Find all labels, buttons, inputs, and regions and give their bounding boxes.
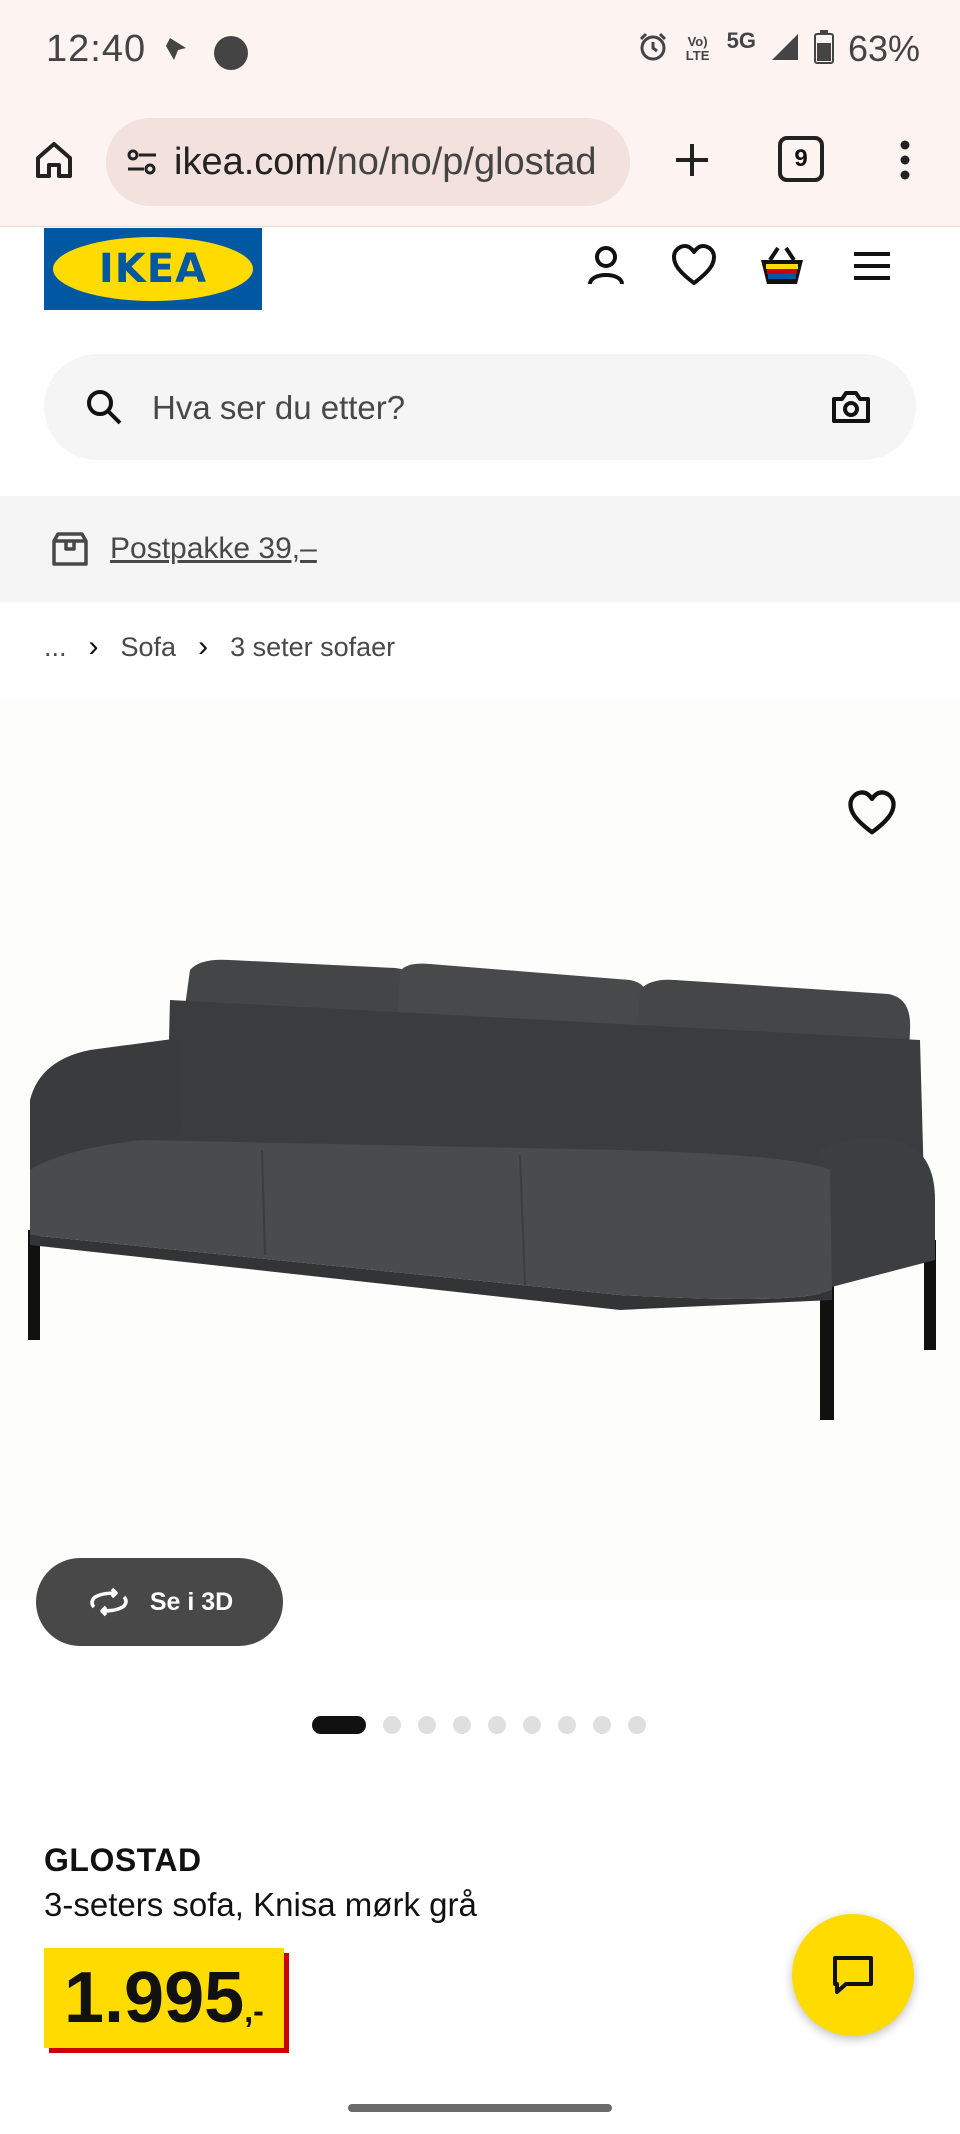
product-gallery[interactable]: [0, 700, 960, 1600]
chevron-right-icon: ›: [198, 630, 209, 663]
camera-icon: [832, 391, 870, 423]
site-settings-icon[interactable]: [124, 144, 160, 180]
person-icon: [588, 246, 624, 285]
home-button[interactable]: [26, 132, 82, 188]
price-tag: 1.995 ,-: [44, 1948, 284, 2048]
hamburger-icon: [854, 252, 890, 280]
browser-menu-button[interactable]: [880, 132, 930, 188]
breadcrumb-item-3-seter[interactable]: 3 seter sofaer: [230, 632, 395, 663]
view-3d-label: Se i 3D: [149, 1587, 234, 1616]
alarm-icon: [637, 31, 669, 68]
breadcrumb-ellipsis[interactable]: ...: [44, 632, 67, 663]
home-icon: [36, 142, 72, 178]
status-time: 12:40: [46, 28, 147, 70]
favourites-button[interactable]: [668, 240, 720, 292]
gallery-dot[interactable]: [593, 1716, 611, 1734]
plus-icon: [676, 144, 708, 176]
gallery-dot[interactable]: [628, 1716, 646, 1734]
heart-icon: [672, 244, 716, 285]
gallery-dot-active[interactable]: [312, 1716, 366, 1734]
view-3d-button[interactable]: Se i 3D: [36, 1558, 283, 1646]
gallery-dot[interactable]: [523, 1716, 541, 1734]
gallery-dot[interactable]: [488, 1716, 506, 1734]
price-integer: 1.995: [64, 1958, 245, 2038]
price-suffix: ,-: [244, 1993, 264, 2029]
ikea-logo-text: IKEA: [98, 246, 208, 292]
search-icon: [84, 387, 124, 432]
cart-button[interactable]: [756, 240, 808, 292]
dot-indicator-icon: [214, 36, 248, 70]
new-tab-button[interactable]: [664, 132, 720, 188]
search-box: [44, 354, 916, 462]
breadcrumb: ... › Sofa › 3 seter sofaer: [44, 630, 395, 664]
signal-icon: [770, 32, 800, 67]
browser-toolbar: ikea.com/no/no/p/glostad 9: [0, 112, 960, 227]
chat-icon: [833, 1956, 873, 1994]
parcel-icon: [50, 531, 90, 567]
heart-icon: [848, 790, 896, 835]
ikea-logo[interactable]: IKEA: [44, 228, 262, 310]
gallery-pagination: [312, 1716, 646, 1734]
volte-icon: Vo) LTE: [685, 34, 710, 63]
account-button[interactable]: [580, 240, 632, 292]
search-input[interactable]: [150, 354, 814, 462]
battery-icon: [813, 29, 834, 69]
gallery-dot[interactable]: [383, 1716, 401, 1734]
shipping-banner[interactable]: Postpakke 39,–: [0, 496, 960, 602]
sofa-image: [28, 959, 936, 1420]
battery-percent: 63%: [847, 28, 920, 69]
url-bar[interactable]: ikea.com/no/no/p/glostad: [106, 118, 630, 206]
more-vertical-icon: [900, 140, 910, 180]
tab-switcher-button[interactable]: 9: [778, 136, 824, 182]
camera-search-button[interactable]: [830, 387, 872, 432]
gallery-dot[interactable]: [558, 1716, 576, 1734]
url-host: ikea.com: [174, 140, 327, 183]
product-description: 3-seters sofa, Knisa mørk grå: [44, 1886, 477, 1923]
breadcrumb-item-sofa[interactable]: Sofa: [121, 632, 177, 663]
chat-button[interactable]: [792, 1914, 914, 2036]
url-path: /no/no/p/glostad: [326, 140, 597, 183]
basket-icon: [761, 246, 803, 284]
product-name: GLOSTAD: [44, 1842, 202, 1878]
rotate-3d-icon: [86, 1587, 132, 1617]
gallery-dot[interactable]: [418, 1716, 436, 1734]
main-menu-button[interactable]: [846, 240, 898, 292]
add-to-favourites-button[interactable]: [844, 786, 900, 842]
shipping-link[interactable]: Postpakke 39,–: [110, 532, 317, 566]
chevron-right-icon: ›: [88, 630, 99, 663]
notification-icon: [160, 34, 190, 69]
gallery-dot[interactable]: [453, 1716, 471, 1734]
status-bar: 12:40 Vo) LTE 5G 63%: [0, 0, 960, 112]
gesture-home-bar[interactable]: [348, 2104, 612, 2112]
status-icons: Vo) LTE 5G 63%: [637, 28, 920, 70]
network-type-label: 5G: [726, 28, 756, 53]
